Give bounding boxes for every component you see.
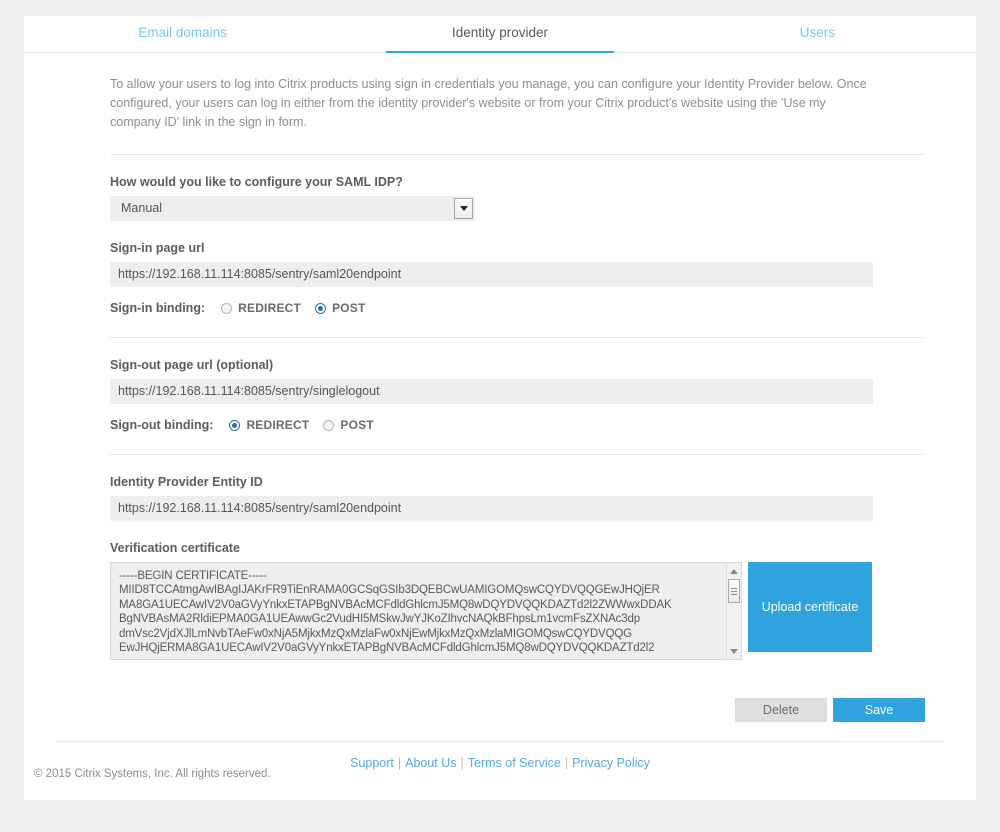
certificate-label: Verification certificate (110, 541, 240, 555)
tab-identity-provider-label: Identity provider (451, 25, 549, 40)
intro-text: To allow your users to log into Citrix p… (110, 77, 867, 129)
identity-provider-panel: Email domains Identity provider Users To… (24, 16, 976, 800)
footer-link-support[interactable]: Support (350, 756, 394, 770)
signin-url-label: Sign-in page url (110, 241, 205, 255)
scrollbar-thumb[interactable] (728, 579, 740, 603)
copyright-text: © 2015 Citrix Systems, Inc. All rights r… (34, 768, 271, 780)
footer-separator-3: | (564, 756, 569, 770)
scroll-up-icon[interactable] (727, 564, 741, 578)
signout-binding-label: Sign-out binding: (110, 418, 214, 432)
divider-signin (110, 337, 925, 338)
certificate-row: -----BEGIN CERTIFICATE----- MIID8TCCAtmg… (110, 562, 890, 660)
signout-url-input[interactable] (110, 379, 873, 404)
save-button[interactable]: Save (833, 698, 925, 722)
signin-url-input[interactable] (110, 262, 873, 287)
radio-icon-signin-post[interactable] (315, 302, 327, 314)
footer-link-about-us[interactable]: About Us (405, 756, 456, 770)
divider-top (110, 154, 925, 155)
saml-idp-select[interactable]: Manual (110, 196, 475, 221)
tab-users-label: Users (799, 25, 835, 40)
triangle-down-shape (730, 648, 738, 654)
footer-link-terms-of-service[interactable]: Terms of Service (468, 756, 561, 770)
signin-binding-post-option[interactable]: POST (315, 301, 365, 315)
tab-email-domains[interactable]: Email domains (24, 16, 341, 52)
upload-certificate-label: Upload certificate (761, 600, 859, 614)
signout-binding-redirect-option[interactable]: REDIRECT (229, 418, 309, 432)
radio-icon-signout-post[interactable] (323, 419, 335, 431)
saml-idp-select-value: Manual (121, 201, 162, 215)
footer-divider (56, 741, 944, 742)
certificate-text: -----BEGIN CERTIFICATE----- MIID8TCCAtmg… (119, 570, 672, 655)
divider-signout (110, 454, 925, 455)
delete-button[interactable]: Delete (735, 698, 827, 722)
save-button-label: Save (864, 703, 894, 717)
footer-link-privacy-policy[interactable]: Privacy Policy (572, 756, 650, 770)
form-content: To allow your users to log into Citrix p… (24, 75, 976, 722)
radio-icon-signout-redirect[interactable] (229, 419, 241, 431)
signin-binding-post-label: POST (332, 301, 366, 315)
caret-shape (459, 206, 468, 211)
chevron-down-icon[interactable] (454, 198, 473, 219)
grip-icon (731, 587, 737, 595)
signout-url-label: Sign-out page url (optional) (110, 358, 274, 372)
certificate-scrollbar[interactable] (726, 563, 741, 659)
signout-binding-redirect-label: REDIRECT (246, 418, 310, 432)
upload-certificate-button[interactable]: Upload certificate (748, 562, 872, 652)
signin-binding-redirect-option[interactable]: REDIRECT (221, 301, 301, 315)
tab-users[interactable]: Users (659, 16, 976, 52)
delete-button-label: Delete (762, 703, 800, 717)
signin-binding-row: Sign-in binding: REDIRECT POST (110, 301, 890, 315)
triangle-up-shape (730, 568, 738, 574)
radio-icon-signin-redirect[interactable] (221, 302, 233, 314)
tab-email-domains-label: Email domains (138, 25, 227, 40)
signin-binding-redirect-label: REDIRECT (238, 301, 302, 315)
tab-identity-provider[interactable]: Identity provider (341, 16, 658, 53)
entity-id-label: Identity Provider Entity ID (110, 475, 263, 489)
footer-separator-2: | (460, 756, 464, 770)
signin-binding-label: Sign-in binding: (110, 301, 206, 315)
signout-binding-row: Sign-out binding: REDIRECT POST (110, 418, 890, 432)
footer-separator-1: | (397, 756, 402, 770)
scroll-down-icon[interactable] (727, 644, 741, 658)
entity-id-input[interactable] (110, 496, 873, 521)
saml-idp-question-label: How would you like to configure your SAM… (110, 175, 403, 189)
action-buttons: Delete Save (110, 698, 925, 722)
signout-binding-post-option[interactable]: POST (323, 418, 374, 432)
tab-bar: Email domains Identity provider Users (24, 16, 976, 53)
certificate-textarea[interactable]: -----BEGIN CERTIFICATE----- MIID8TCCAtmg… (110, 562, 742, 660)
signout-binding-post-label: POST (340, 418, 374, 432)
